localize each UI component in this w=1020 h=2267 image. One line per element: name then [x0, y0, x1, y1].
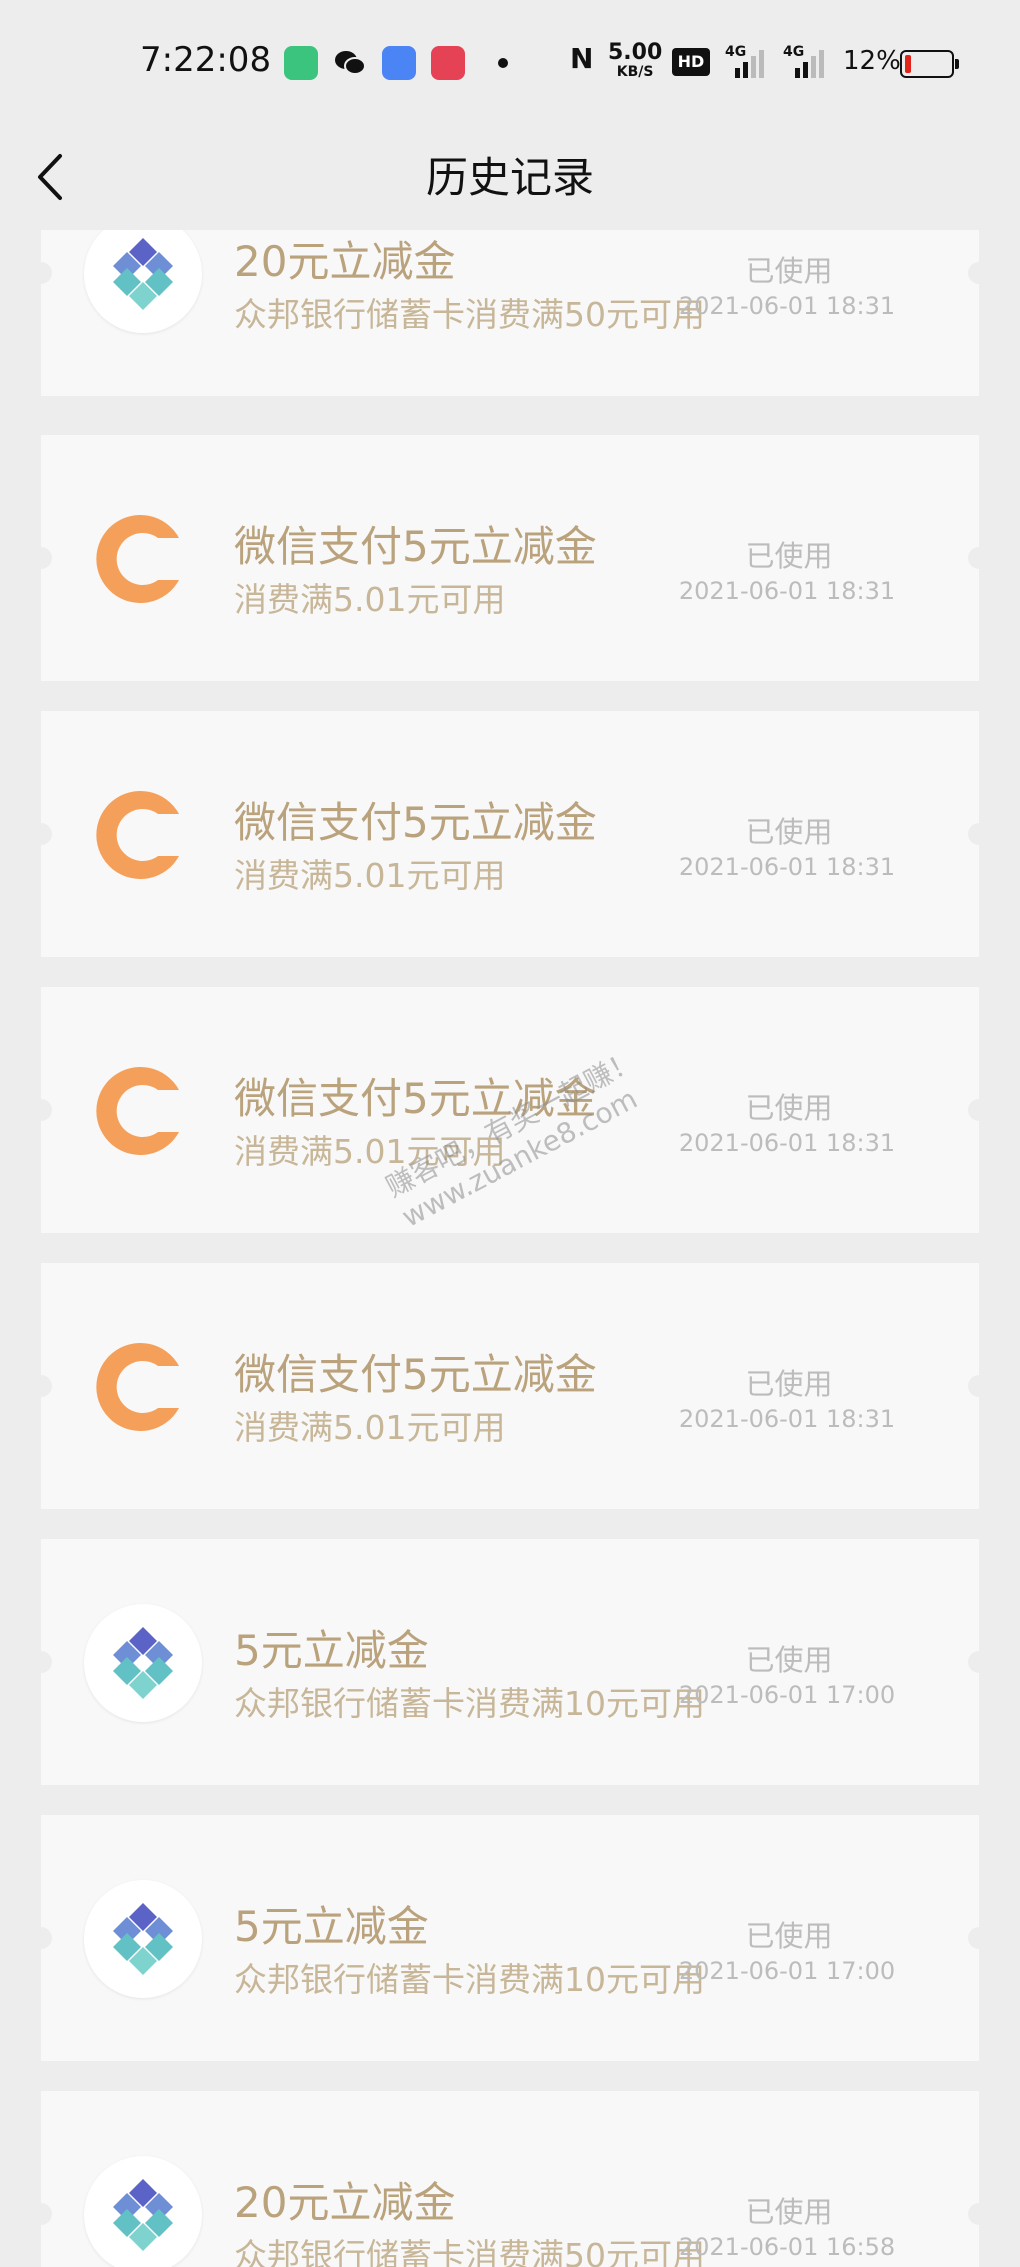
coupon-time: 2021-06-01 17:00: [678, 1681, 896, 1709]
network-speed-unit: KB/S: [616, 64, 654, 80]
wechat-c-logo-icon: [84, 1328, 202, 1446]
coupon-status: 已使用: [745, 2195, 833, 2229]
battery-icon: [900, 50, 959, 78]
signal-icon-1: [735, 48, 764, 78]
signal-icon-2: [795, 48, 824, 78]
coupon-time: 2021-06-01 17:00: [678, 1957, 896, 1985]
coupon-card[interactable]: 微信支付5元立减金 消费满5.01元可用 已使用 2021-06-01 18:3…: [30, 435, 990, 681]
coupon-time: 2021-06-01 18:31: [678, 1405, 896, 1433]
coupon-status: 已使用: [745, 1367, 833, 1401]
coupon-card[interactable]: 20元立减金 众邦银行储蓄卡消费满50元可用 已使用 2021-06-01 16…: [30, 2091, 990, 2267]
wechat-c-logo-icon: [84, 500, 202, 618]
coupon-time: 2021-06-01 18:31: [678, 1129, 896, 1157]
wechat-c-logo-icon: [84, 776, 202, 894]
coupon-title: 5元立减金: [234, 1626, 429, 1675]
coupon-title: 微信支付5元立减金: [234, 522, 597, 571]
coupon-time: 2021-06-01 18:31: [678, 853, 896, 881]
coupon-card[interactable]: 5元立减金 众邦银行储蓄卡消费满10元可用 已使用 2021-06-01 17:…: [30, 1815, 990, 2061]
hd-icon: HD: [672, 48, 710, 76]
nav-bar: 历史记录: [0, 130, 1020, 230]
coupon-card[interactable]: 微信支付5元立减金 消费满5.01元可用 已使用 2021-06-01 18:3…: [30, 1263, 990, 1509]
status-time: 7:22:08: [140, 40, 272, 80]
notification-dot: [498, 58, 508, 68]
bank-logo-icon: [84, 230, 202, 333]
coupon-title: 20元立减金: [234, 2178, 456, 2227]
status-bar: 7:22:08 N 5.00 KB/S HD 4G 4G 12%: [0, 0, 1020, 130]
nfc-icon: N: [570, 42, 594, 75]
coupon-title: 20元立减金: [234, 237, 456, 286]
coupon-title: 微信支付5元立减金: [234, 798, 597, 847]
bank-logo-icon: [84, 2156, 202, 2267]
wechat-c-logo-icon: [84, 1052, 202, 1170]
coupon-card[interactable]: 20元立减金 众邦银行储蓄卡消费满50元可用 已使用 2021-06-01 18…: [30, 230, 990, 396]
video-app-icon: [431, 46, 465, 80]
coupon-card[interactable]: 微信支付5元立减金 消费满5.01元可用 已使用 2021-06-01 18:3…: [30, 711, 990, 957]
coupon-status: 已使用: [745, 815, 833, 849]
bank-logo-icon: [84, 1604, 202, 1722]
network-speed-value: 5.00: [608, 40, 663, 65]
wechat-icon: [333, 46, 367, 80]
bank-logo-icon: [84, 1880, 202, 1998]
network-speed: 5.00 KB/S: [608, 40, 663, 81]
coupon-status: 已使用: [745, 1643, 833, 1677]
coupon-status: 已使用: [745, 254, 833, 288]
coupon-time: 2021-06-01 16:58: [678, 2233, 896, 2261]
coupon-title: 5元立减金: [234, 1902, 429, 1951]
coupon-time: 2021-06-01 18:31: [678, 292, 896, 320]
battery-percent: 12%: [843, 46, 901, 76]
battery-app-icon: [284, 46, 318, 80]
coupon-status: 已使用: [745, 539, 833, 573]
coupon-status: 已使用: [745, 1091, 833, 1125]
coupon-title: 微信支付5元立减金: [234, 1350, 597, 1399]
coupon-time: 2021-06-01 18:31: [678, 577, 896, 605]
coupon-card[interactable]: 5元立减金 众邦银行储蓄卡消费满10元可用 已使用 2021-06-01 17:…: [30, 1539, 990, 1785]
page-title: 历史记录: [425, 153, 594, 202]
coupon-history-list[interactable]: 20元立减金 众邦银行储蓄卡消费满50元可用 已使用 2021-06-01 18…: [0, 230, 1020, 2267]
coupon-status: 已使用: [745, 1919, 833, 1953]
notes-app-icon: [382, 46, 416, 80]
